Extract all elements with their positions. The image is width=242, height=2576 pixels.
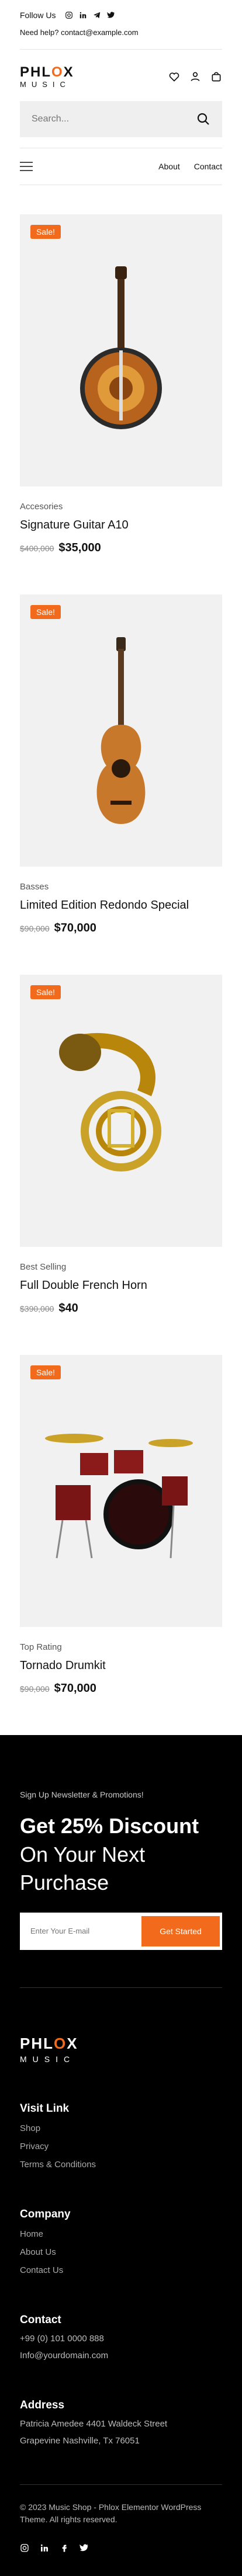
product-category[interactable]: Best Selling (20, 1262, 222, 1272)
product-card[interactable]: Sale! Best Selling Full Double French Ho… (20, 975, 222, 1315)
sale-badge: Sale! (30, 605, 61, 619)
address-line: Patricia Amedee 4401 Waldeck Street (20, 2418, 168, 2429)
acoustic-guitar-image (96, 637, 146, 824)
banjo-image (80, 266, 162, 429)
product-card[interactable]: Sale! Top Rating Tornado Drumkit $90,000… (20, 1355, 222, 1695)
product-name[interactable]: Full Double French Horn (20, 1279, 222, 1292)
brand-logo[interactable]: PHLOX MUSIC (20, 65, 74, 88)
product-name[interactable]: Limited Edition Redondo Special (20, 899, 222, 912)
help-contact[interactable]: Need help? contact@example.com (20, 28, 222, 37)
contact-title: Contact (20, 2313, 61, 2326)
visit-links-section: Visit Link Shop Privacy Terms & Conditio… (20, 2102, 222, 2170)
twitter-icon[interactable] (79, 2543, 89, 2553)
telegram-icon[interactable] (93, 11, 101, 19)
french-horn-image (59, 1033, 161, 1171)
product-name[interactable]: Tornado Drumkit (20, 1659, 222, 1673)
sale-badge: Sale! (30, 225, 61, 239)
nav-link-contact[interactable]: Contact (194, 162, 222, 171)
product-card[interactable]: Sale! Accesories Signature Guitar A10 $4… (20, 214, 222, 555)
account-user-icon[interactable] (189, 71, 201, 82)
footer-link-terms[interactable]: Terms & Conditions (20, 2160, 222, 2170)
sale-badge: Sale! (30, 985, 61, 999)
newsletter-form: Get Started (20, 1912, 222, 1950)
follow-label: Follow Us (20, 11, 56, 20)
footer-link-about-us[interactable]: About Us (20, 2247, 222, 2257)
instagram-icon[interactable] (20, 2543, 29, 2553)
company-section: Company Home About Us Contact Us (20, 2208, 222, 2275)
contact-phone[interactable]: +99 (0) 101 0000 888 (20, 2334, 222, 2344)
facebook-icon[interactable] (60, 2543, 69, 2553)
address-line: Grapevine Nashville, Tx 76051 (20, 2435, 140, 2446)
footer-link-home[interactable]: Home (20, 2229, 222, 2239)
email-field[interactable] (30, 1927, 141, 1936)
footer-logo[interactable]: PHLOX MUSIC (20, 2035, 222, 2064)
product-image[interactable]: Sale! (20, 214, 222, 486)
visit-links-title: Visit Link (20, 2102, 70, 2115)
search-input[interactable] (32, 114, 178, 124)
copyright-text: © 2023 Music Shop - Phlox Elementor Word… (20, 2484, 222, 2526)
product-card[interactable]: Sale! Basses Limited Edition Redondo Spe… (20, 595, 222, 935)
wishlist-heart-icon[interactable] (168, 71, 180, 82)
old-price: $390,000 (20, 1304, 54, 1313)
product-list: Sale! Accesories Signature Guitar A10 $4… (20, 214, 222, 1695)
cart-bag-icon[interactable] (210, 71, 222, 82)
instagram-icon[interactable] (65, 11, 73, 19)
sale-price: $70,000 (54, 1682, 96, 1695)
product-category[interactable]: Basses (20, 882, 222, 892)
site-footer: Sign Up Newsletter & Promotions! Get 25%… (0, 1735, 242, 2576)
sale-price: $35,000 (58, 541, 101, 554)
footer-link-contact-us[interactable]: Contact Us (20, 2265, 222, 2275)
linkedin-icon[interactable] (79, 11, 87, 19)
sale-price: $70,000 (54, 922, 96, 934)
main-nav: About Contact (20, 148, 222, 185)
product-category[interactable]: Accesories (20, 502, 222, 512)
old-price: $90,000 (20, 924, 50, 933)
twitter-icon[interactable] (107, 11, 115, 19)
sale-badge: Sale! (30, 1365, 61, 1379)
site-header: PHLOX MUSIC (20, 50, 222, 91)
nav-link-about[interactable]: About (158, 162, 180, 171)
search-icon[interactable] (196, 112, 210, 126)
product-image[interactable]: Sale! (20, 975, 222, 1247)
product-name[interactable]: Signature Guitar A10 (20, 519, 222, 532)
search-bar (20, 101, 222, 137)
address-section: Address Patricia Amedee 4401 Waldeck Str… (20, 2399, 222, 2446)
hamburger-menu-icon[interactable] (20, 162, 33, 171)
sale-price: $40 (58, 1302, 78, 1315)
footer-link-privacy[interactable]: Privacy (20, 2142, 222, 2151)
old-price: $400,000 (20, 544, 54, 553)
product-image[interactable]: Sale! (20, 1355, 222, 1627)
product-category[interactable]: Top Rating (20, 1642, 222, 1652)
newsletter-heading: Get 25% Discount On Your Next Purchase (20, 1814, 199, 1895)
footer-link-shop[interactable]: Shop (20, 2123, 222, 2133)
contact-email[interactable]: Info@yourdomain.com (20, 2351, 222, 2361)
footer-social-links (20, 2543, 222, 2553)
old-price: $90,000 (20, 1684, 50, 1694)
drumkit-image (45, 1434, 193, 1559)
address-title: Address (20, 2398, 65, 2411)
contact-section: Contact +99 (0) 101 0000 888 Info@yourdo… (20, 2314, 222, 2361)
linkedin-icon[interactable] (40, 2543, 49, 2553)
footer-divider (20, 1987, 222, 1988)
get-started-button[interactable]: Get Started (141, 1916, 220, 1946)
company-title: Company (20, 2207, 71, 2220)
newsletter-subtitle: Sign Up Newsletter & Promotions! (20, 1790, 144, 1799)
product-image[interactable]: Sale! (20, 595, 222, 867)
top-bar: Follow Us Need help? contact@example.com (20, 0, 222, 50)
